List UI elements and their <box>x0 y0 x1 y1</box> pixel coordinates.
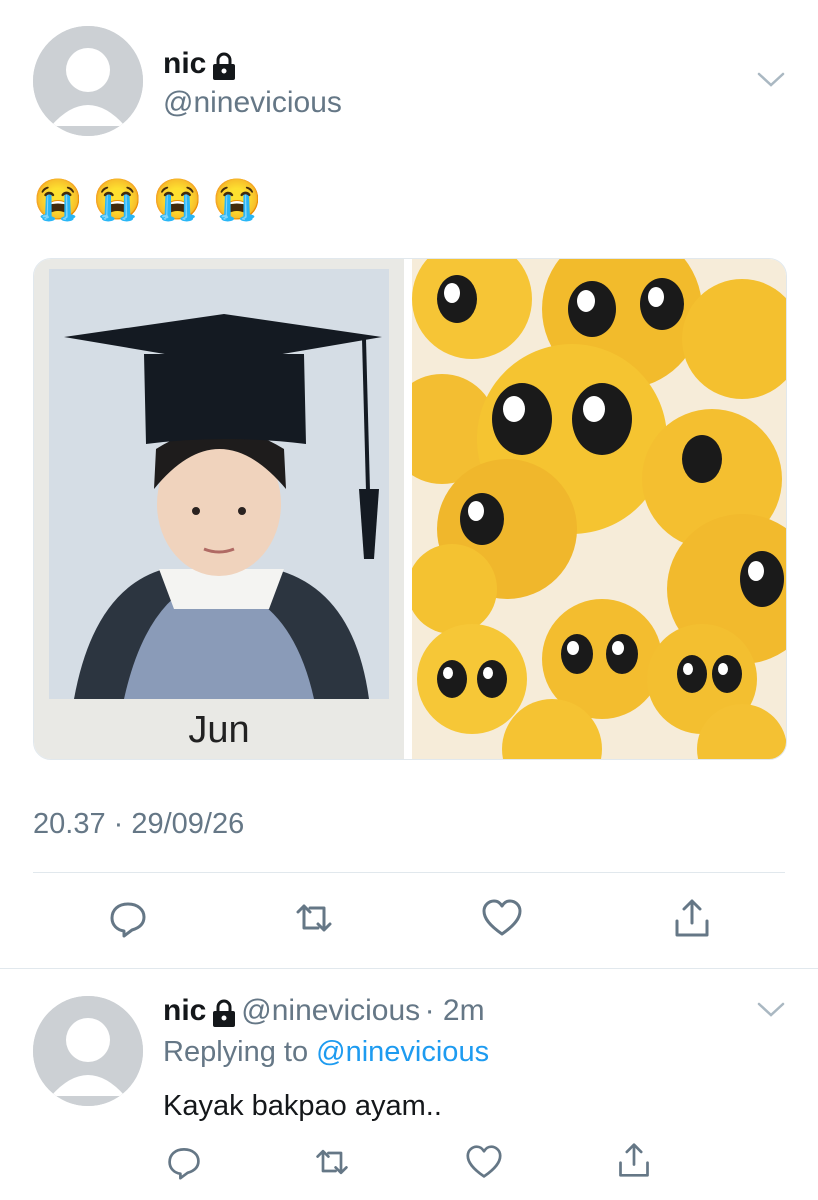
like-icon[interactable] <box>478 894 526 942</box>
avatar[interactable] <box>33 26 143 136</box>
like-icon[interactable] <box>460 1138 508 1186</box>
lock-icon <box>211 999 237 1032</box>
share-icon[interactable] <box>668 894 716 942</box>
author-handle[interactable]: @ninevicious <box>163 86 342 120</box>
retweet-icon[interactable] <box>290 894 338 942</box>
replying-to-label: Replying to <box>163 1036 309 1068</box>
replying-to-link[interactable]: @ninevicious <box>316 1036 489 1068</box>
tweet-timestamp[interactable]: 20.37 · 29/09/26 <box>33 808 244 841</box>
reply-header: nic @ninevicious · 2m <box>163 994 485 1032</box>
divider <box>33 872 785 873</box>
media-caption: Jun <box>188 709 250 751</box>
chevron-down-icon[interactable] <box>756 1000 786 1025</box>
chevron-down-icon[interactable] <box>756 70 786 95</box>
lock-icon <box>211 52 237 85</box>
retweet-icon[interactable] <box>308 1138 356 1186</box>
author-name[interactable]: nic <box>163 47 206 80</box>
media-gap <box>404 259 412 759</box>
reply-text: Kayak bakpao ayam.. <box>163 1090 442 1122</box>
graduation-photo: Jun <box>34 259 404 759</box>
reply-icon[interactable] <box>104 894 152 942</box>
reply-icon[interactable] <box>160 1138 208 1186</box>
divider <box>0 968 818 969</box>
tweet-text: 😭😭😭😭 <box>33 178 273 222</box>
pleading-emoji-collage <box>387 259 786 759</box>
tweet-media[interactable]: Jun <box>33 258 787 760</box>
author-name-row: nic <box>163 47 237 85</box>
reply-author-handle[interactable]: @ninevicious <box>241 994 420 1027</box>
avatar[interactable] <box>33 996 143 1106</box>
reply-age: · 2m <box>424 994 485 1027</box>
reply-author-name[interactable]: nic <box>163 994 206 1027</box>
replying-to: Replying to @ninevicious <box>163 1036 489 1069</box>
share-icon[interactable] <box>610 1136 658 1184</box>
